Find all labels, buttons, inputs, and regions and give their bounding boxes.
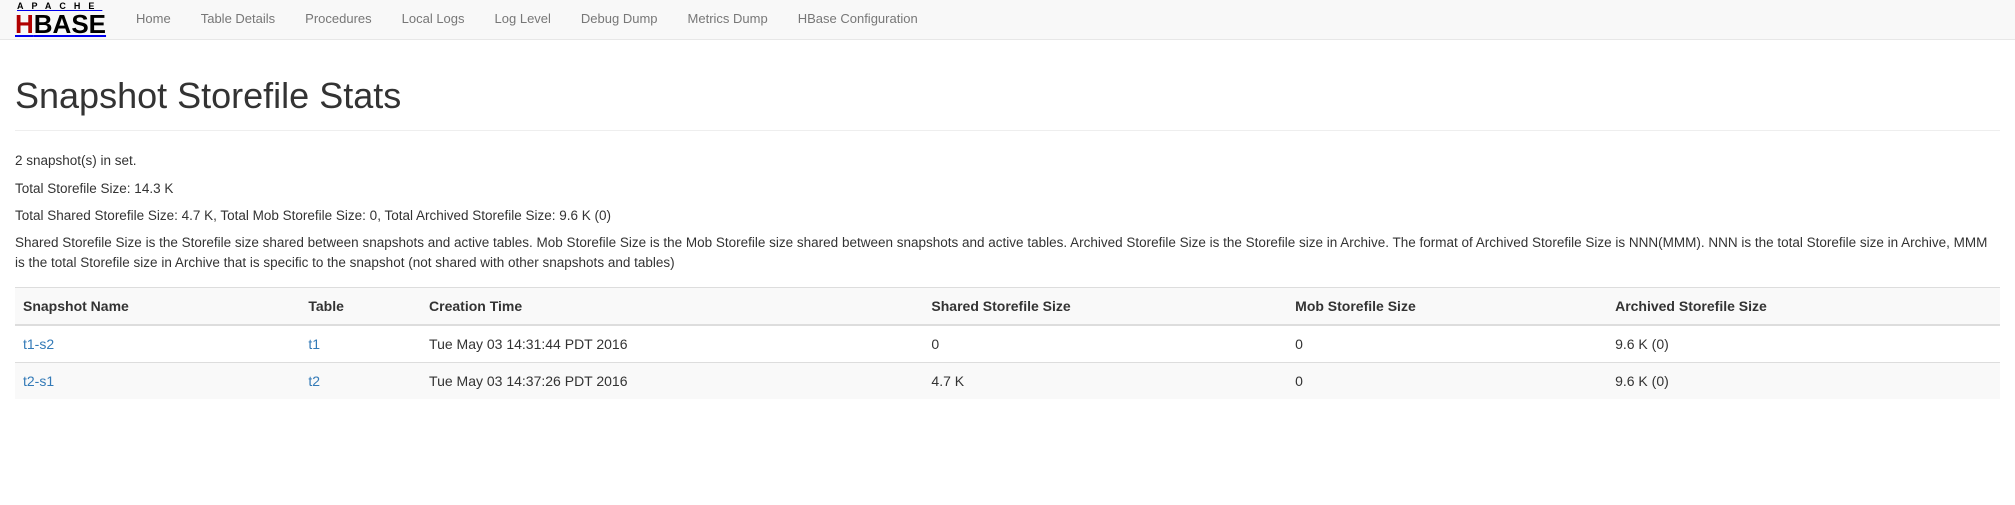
col-mob-size: Mob Storefile Size	[1287, 287, 1607, 325]
page-title: Snapshot Storefile Stats	[15, 70, 2000, 121]
archived-size-cell: 9.6 K (0)	[1607, 362, 2000, 399]
snapshot-count-text: 2 snapshot(s) in set.	[15, 151, 2000, 170]
col-archived-size: Archived Storefile Size	[1607, 287, 2000, 325]
snapshot-name-link[interactable]: t2-s1	[23, 373, 54, 389]
summary-block: 2 snapshot(s) in set. Total Storefile Si…	[15, 151, 2000, 271]
shared-size-cell: 0	[923, 325, 1287, 363]
table-row: t1-s2 t1 Tue May 03 14:31:44 PDT 2016 0 …	[15, 325, 2000, 363]
shared-size-cell: 4.7 K	[923, 362, 1287, 399]
totals-breakdown-text: Total Shared Storefile Size: 4.7 K, Tota…	[15, 206, 2000, 225]
creation-time-cell: Tue May 03 14:31:44 PDT 2016	[421, 325, 923, 363]
brand-letters-base: BASE	[34, 9, 106, 39]
top-navbar: APACHE HBASE Home Table Details Procedur…	[0, 0, 2015, 40]
nav-table-details[interactable]: Table Details	[186, 0, 290, 39]
archived-size-cell: 9.6 K (0)	[1607, 325, 2000, 363]
brand-main-text: HBASE	[15, 11, 106, 37]
snapshots-table: Snapshot Name Table Creation Time Shared…	[15, 287, 2000, 399]
col-shared-size: Shared Storefile Size	[923, 287, 1287, 325]
snapshot-name-link[interactable]: t1-s2	[23, 336, 54, 352]
nav-log-level[interactable]: Log Level	[480, 0, 566, 39]
total-storefile-size-text: Total Storefile Size: 14.3 K	[15, 179, 2000, 198]
nav-debug-dump[interactable]: Debug Dump	[566, 0, 673, 39]
nav-home[interactable]: Home	[121, 0, 186, 39]
table-row: t2-s1 t2 Tue May 03 14:37:26 PDT 2016 4.…	[15, 362, 2000, 399]
col-creation-time: Creation Time	[421, 287, 923, 325]
explanation-text: Shared Storefile Size is the Storefile s…	[15, 233, 2000, 272]
nav-local-logs[interactable]: Local Logs	[387, 0, 480, 39]
col-snapshot-name: Snapshot Name	[15, 287, 300, 325]
brand-letter-h: H	[15, 9, 34, 39]
main-container: Snapshot Storefile Stats 2 snapshot(s) i…	[0, 70, 2015, 399]
nav-hbase-configuration[interactable]: HBase Configuration	[783, 0, 933, 39]
creation-time-cell: Tue May 03 14:37:26 PDT 2016	[421, 362, 923, 399]
table-name-link[interactable]: t2	[308, 373, 320, 389]
page-header: Snapshot Storefile Stats	[15, 70, 2000, 131]
col-table: Table	[300, 287, 421, 325]
table-header-row: Snapshot Name Table Creation Time Shared…	[15, 287, 2000, 325]
brand-logo[interactable]: APACHE HBASE	[15, 0, 121, 39]
mob-size-cell: 0	[1287, 325, 1607, 363]
table-name-link[interactable]: t1	[308, 336, 320, 352]
nav-procedures[interactable]: Procedures	[290, 0, 386, 39]
nav-list: Home Table Details Procedures Local Logs…	[121, 0, 933, 39]
nav-metrics-dump[interactable]: Metrics Dump	[673, 0, 783, 39]
mob-size-cell: 0	[1287, 362, 1607, 399]
